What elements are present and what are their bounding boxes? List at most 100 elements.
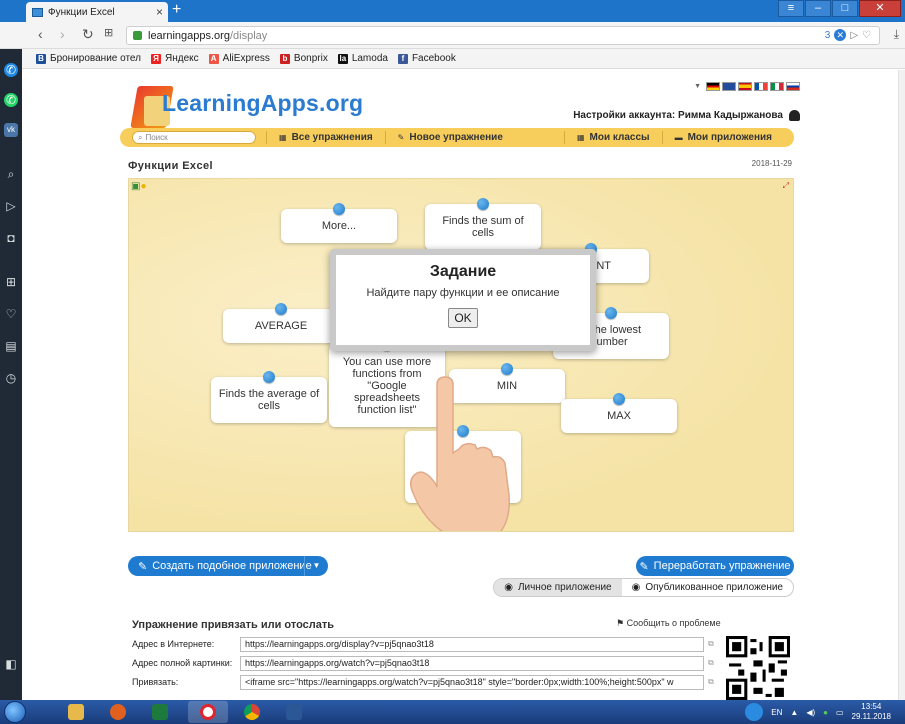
pin-icon: [275, 303, 287, 315]
ok-button[interactable]: OK: [448, 308, 478, 328]
nav-my-classes[interactable]: ▦ Мои классы: [563, 131, 662, 144]
adblock-icon[interactable]: ✕: [834, 29, 847, 41]
account-settings[interactable]: Настройки аккаунта: Римма Кадыржанова: [573, 110, 800, 121]
news-icon[interactable]: ▤: [4, 339, 18, 353]
speed-dial-icon[interactable]: ⊞: [4, 275, 18, 289]
pin-icon: [263, 371, 275, 383]
create-similar-app-button[interactable]: ✎ Создать подобное приложение ▼: [128, 556, 328, 576]
search-placeholder: Поиск: [145, 133, 168, 142]
display-icon[interactable]: ▭: [836, 708, 844, 717]
card-item[interactable]: AVERAGE: [223, 303, 339, 343]
chevron-down-icon[interactable]: ▼: [304, 556, 328, 576]
close-window-button[interactable]: ✕: [859, 0, 901, 17]
nav-my-apps[interactable]: ▬ Мои приложения: [661, 131, 784, 144]
pin-icon: [613, 393, 625, 405]
flag-es-icon[interactable]: [738, 82, 752, 91]
lightbulb-icon[interactable]: ●: [140, 181, 146, 192]
card-item[interactable]: Finds the sum of cells: [425, 198, 541, 250]
flag-fr-icon[interactable]: [754, 82, 768, 91]
sidebar-toggle-icon[interactable]: ◧: [4, 657, 18, 671]
menu-icon[interactable]: ≡: [778, 0, 804, 17]
camera-icon[interactable]: ◘: [4, 231, 18, 245]
scrollbar[interactable]: [898, 70, 905, 700]
bookmark-item[interactable]: B Бронирование отел: [36, 53, 141, 64]
site-logo[interactable]: LearningApps.org: [130, 76, 364, 136]
task-dialog: Задание Найдите пару функции и ее описан…: [330, 249, 596, 351]
flag-it-icon[interactable]: [770, 82, 784, 91]
card-item[interactable]: More...: [281, 203, 397, 243]
chevron-up-icon[interactable]: ▲: [790, 708, 798, 717]
send-icon[interactable]: ▷: [4, 199, 18, 213]
embed-field[interactable]: https://learningapps.org/display?v=pj5qn…: [240, 636, 704, 652]
bookmark-label: Lamoda: [351, 53, 388, 64]
vk-icon[interactable]: vk: [4, 123, 18, 137]
reload-icon[interactable]: ↻: [82, 26, 94, 43]
nav-new-exercise[interactable]: ✎ Новое упражнение: [384, 131, 515, 144]
bookmark-item[interactable]: b Bonprix: [279, 53, 328, 64]
private-app-option[interactable]: ◉ Личное приложение: [494, 579, 622, 596]
embed-field[interactable]: <iframe src="https://learningapps.org/wa…: [240, 674, 704, 690]
heart-icon[interactable]: ♡: [4, 307, 18, 321]
volume-icon[interactable]: ◀): [806, 708, 815, 717]
embed-field[interactable]: https://learningapps.org/watch?v=pj5qnao…: [240, 655, 704, 671]
clock[interactable]: 13:54 29.11.2018: [852, 702, 891, 722]
taskbar-opera[interactable]: [188, 701, 228, 723]
taskbar-word[interactable]: [274, 701, 314, 723]
download-icon[interactable]: ⤓: [894, 27, 899, 42]
url-extras: 3 ✕ ▷ ♡: [825, 29, 871, 41]
taskbar-chrome[interactable]: [232, 701, 272, 723]
search-icon[interactable]: [745, 703, 764, 721]
card-text: Finds the average of cells: [218, 388, 320, 412]
rework-exercise-button[interactable]: ✎ Переработать упражнение: [636, 556, 794, 576]
forward-icon[interactable]: ›: [60, 26, 65, 42]
speed-dial-icon[interactable]: ⊞: [104, 26, 113, 39]
bookmark-item[interactable]: la Lamoda: [337, 53, 388, 64]
window-controls: ≡ – □ ✕: [778, 0, 901, 17]
visibility-toggle: ◉ Личное приложение ◉ Опубликованное прило…: [493, 578, 794, 597]
embed-row-fullscreen: Адрес полной картинки: https://learninga…: [128, 655, 718, 671]
whatsapp-icon[interactable]: ✆: [4, 93, 18, 107]
nav-label: Мои классы: [589, 132, 650, 143]
search-input[interactable]: ⌕ Поиск: [132, 131, 256, 144]
send-icon[interactable]: ▷: [850, 30, 858, 41]
folder-icon: ▬: [674, 133, 683, 142]
clock-time: 13:54: [861, 702, 882, 711]
card-text: Finds the sum of cells: [442, 215, 524, 239]
heart-icon[interactable]: ♡: [862, 30, 871, 41]
fullscreen-icon[interactable]: ⤢: [783, 181, 789, 191]
taskbar-explorer[interactable]: [56, 701, 96, 723]
copy-icon[interactable]: ⧉: [708, 677, 718, 687]
flag-ru-icon[interactable]: [786, 82, 800, 91]
nav-all-exercises[interactable]: ▦ Все упражнения: [266, 131, 385, 144]
taskbar-media-player[interactable]: [98, 701, 138, 723]
copy-icon[interactable]: ⧉: [708, 658, 718, 668]
card-item[interactable]: Finds the average of cells: [211, 371, 327, 423]
minimize-button[interactable]: –: [805, 0, 831, 17]
address-bar: ‹ › ↻ ⊞ learningapps.org /display 3 ✕ ▷ …: [0, 22, 905, 49]
maximize-button[interactable]: □: [832, 0, 858, 17]
published-app-option[interactable]: ◉ Опубликованное приложение: [622, 579, 793, 596]
tab-active[interactable]: Функции Excel ×: [26, 2, 168, 22]
logo-text: LearningApps.org: [162, 90, 364, 116]
taskbar-excel[interactable]: [140, 701, 180, 723]
close-tab-icon[interactable]: ×: [156, 5, 163, 19]
history-icon[interactable]: ◷: [4, 371, 18, 385]
network-icon[interactable]: ●: [823, 708, 828, 717]
start-button[interactable]: [4, 701, 26, 723]
card-item[interactable]: MAX: [561, 393, 677, 433]
copy-icon[interactable]: ⧉: [708, 639, 718, 649]
new-tab-button[interactable]: +: [172, 2, 181, 18]
back-icon[interactable]: ‹: [38, 26, 43, 42]
chevron-down-icon[interactable]: ▼: [694, 83, 701, 90]
chrome-icon: [244, 704, 260, 720]
search-icon[interactable]: ⌕: [4, 167, 18, 181]
flag-gb-icon[interactable]: [722, 82, 736, 91]
report-problem-link[interactable]: ⚑ Сообщить о проблеме: [616, 618, 721, 629]
bookmark-item[interactable]: Я Яндекс: [151, 53, 199, 64]
messenger-icon[interactable]: ✆: [4, 63, 18, 77]
bookmark-item[interactable]: A AliExpress: [208, 53, 270, 64]
language-indicator[interactable]: EN: [771, 708, 782, 717]
flag-de-icon[interactable]: [706, 82, 720, 91]
bookmark-item[interactable]: f Facebook: [397, 53, 456, 64]
url-input[interactable]: learningapps.org /display 3 ✕ ▷ ♡: [126, 26, 880, 45]
